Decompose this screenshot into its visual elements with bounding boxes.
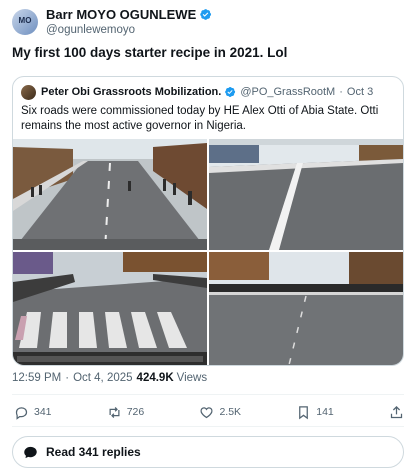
photo-grid (13, 139, 403, 365)
views-label: Views (176, 372, 208, 384)
like-count: 2.5K (219, 406, 242, 418)
quoted-date: Oct 3 (346, 86, 374, 98)
share-icon (390, 405, 403, 418)
repost-count: 726 (126, 406, 145, 418)
quoted-tweet[interactable]: Peter Obi Grassroots Mobilization. @PO_G… (12, 76, 404, 366)
quoted-author-handle: @PO_GrassRootM (240, 86, 336, 98)
verified-icon (200, 9, 212, 20)
like-button[interactable]: 2.5K (199, 405, 241, 420)
bookmark-button[interactable]: 141 (296, 405, 334, 420)
share-button[interactable] (389, 405, 404, 420)
quoted-separator: · (339, 86, 343, 98)
meta-separator: · (65, 372, 70, 384)
author-avatar[interactable]: MO (12, 9, 38, 35)
divider (12, 394, 404, 395)
author-display-name[interactable]: Barr MOYO OGUNLEWE (46, 6, 196, 23)
quoted-author-name: Peter Obi Grassroots Mobilization. (41, 86, 222, 98)
divider (12, 426, 404, 427)
author-names: Barr MOYO OGUNLEWE @ogunlewemoyo (46, 6, 212, 38)
bookmark-icon (299, 405, 309, 419)
road-photo-1[interactable] (13, 139, 207, 250)
quoted-tweet-header: Peter Obi Grassroots Mobilization. @PO_G… (21, 83, 395, 101)
repost-button[interactable]: 726 (107, 405, 145, 420)
read-replies-button[interactable]: Read 341 replies (12, 436, 404, 468)
tweet-text: My first 100 days starter recipe in 2021… (12, 45, 288, 60)
road-photo-2[interactable] (209, 139, 403, 250)
road-photo-4[interactable] (209, 252, 403, 365)
chat-bubble-icon (24, 446, 37, 458)
quoted-tweet-text: Six roads were commissioned today by HE … (21, 105, 379, 132)
reply-button[interactable]: 341 (14, 405, 52, 420)
tweet-date[interactable]: Oct 4, 2025 (73, 372, 132, 384)
read-replies-label: Read 341 replies (46, 445, 141, 459)
views-count: 424.9K (136, 372, 174, 384)
bookmark-count: 141 (316, 406, 334, 418)
avatar-text: MO (18, 16, 32, 25)
road-photo-3[interactable] (13, 252, 207, 365)
quoted-author-avatar (21, 84, 36, 100)
repost-icon (109, 406, 120, 418)
like-icon (200, 406, 214, 418)
tweet-meta: 12:59 PM · Oct 4, 2025 424.9K Views (12, 372, 207, 384)
reply-count: 341 (34, 406, 52, 418)
reply-icon (15, 406, 28, 420)
tweet-header: MO Barr MOYO OGUNLEWE @ogunlewemoyo (12, 6, 404, 40)
verified-icon (225, 87, 236, 97)
action-bar: 341 726 2.5K 141 (14, 402, 404, 422)
tweet-time[interactable]: 12:59 PM (12, 372, 61, 384)
author-handle[interactable]: @ogunlewemoyo (46, 23, 212, 38)
